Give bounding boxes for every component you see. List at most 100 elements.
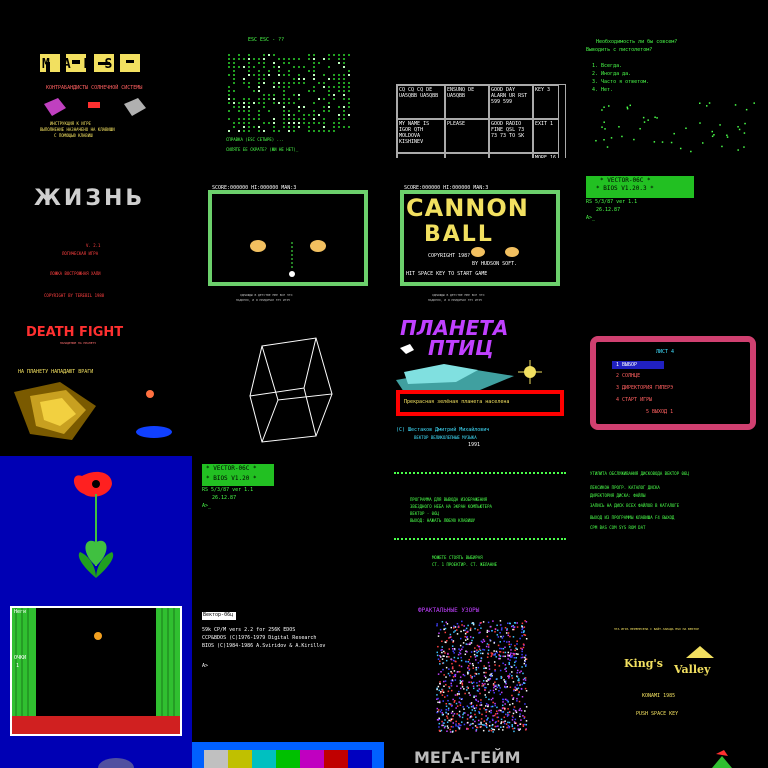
fractal-dot <box>453 713 456 715</box>
fractal-dot <box>522 672 524 675</box>
matrix-glyph <box>333 54 335 56</box>
fractal-dot <box>519 637 521 640</box>
matrix-glyph <box>343 114 345 116</box>
tile-garden-game[interactable]: Неги ОЧКИ 1 <box>0 600 192 742</box>
menu-item-4[interactable]: 4 СТАРТ ИГРЫ <box>616 398 652 403</box>
cannon-footer2: НАДОЕЛО, И Я ПРИДУМАЛ ЭТУ ИГРУ <box>428 298 483 302</box>
matrix-glyph <box>318 82 320 84</box>
matrix-glyph <box>348 126 350 128</box>
matrix-glyph <box>228 130 230 132</box>
fractal-dot <box>521 683 523 686</box>
fractal-dot <box>465 660 468 663</box>
matrix-glyph <box>248 86 250 88</box>
quiz-star <box>743 146 745 148</box>
tile-row6-dark[interactable] <box>576 742 768 768</box>
tile-bios[interactable]: * VECTOR-06C * * BIOS V1.20 * RS 5/3/87 … <box>192 456 384 600</box>
cpm-line1: 59k CP/M vers 2.2 for 256K EDOS <box>202 627 296 633</box>
fractal-dot <box>525 690 528 692</box>
tile-cpm[interactable]: Вектор-06ц 59k CP/M vers 2.2 for 256K ED… <box>192 600 384 742</box>
fractal-dot <box>458 693 461 695</box>
tile-row6-colorbars[interactable] <box>192 742 384 768</box>
matrix-glyph <box>303 78 305 80</box>
matrix-glyph <box>258 98 260 100</box>
fractal-dot <box>511 674 513 677</box>
menu-item-2[interactable]: 2 СОЛНЦЕ <box>616 374 640 379</box>
tile-menu[interactable]: ЛИСТ 4 1 ВЫБОР 2 СОЛНЦЕ 3 ДИРЕКТОРИЯ ГИП… <box>576 310 768 450</box>
matrix-glyph <box>323 122 325 124</box>
fractal-dot <box>488 729 491 731</box>
matrix-glyph <box>233 74 235 76</box>
matrix-glyph <box>293 78 295 80</box>
fractal-dot <box>450 682 452 685</box>
tile-row6-blue[interactable] <box>0 742 192 768</box>
matrix-glyph <box>333 74 335 76</box>
tile-death-fight[interactable]: DEATH FIGHT НАПАДЕНИЕ НА ПЛАНЕТУ НА ПЛАН… <box>0 310 192 450</box>
kings-push[interactable]: PUSH SPACE KEY <box>636 712 678 717</box>
fractal-dot <box>440 709 443 711</box>
fractal-dot <box>476 685 478 687</box>
tile-disk-utility[interactable]: УТИЛИТА ОБСЛУЖИВАНИЯ ДИСКОВОДА ВЕКТОР 06… <box>576 456 768 600</box>
matrix-glyph <box>323 110 325 112</box>
fractal-dot <box>512 628 514 631</box>
tile-matrix[interactable]: ESC ESC - ?? СПРАВКА (ESC СЕТЫРЕ) ... СИ… <box>192 10 384 158</box>
fractal-dot <box>493 654 495 656</box>
quiz-starfield <box>595 102 755 153</box>
vector-prompt[interactable]: A>_ <box>586 216 595 221</box>
quiz-star <box>690 150 692 153</box>
matrix-glyph <box>343 62 345 64</box>
tile-poppy[interactable] <box>0 456 192 600</box>
tile-kings-valley[interactable]: ЭТА ИГРА ПЕРЕНЕСЕНА С ВАЙТ-ЗАПАДА MSX НА… <box>576 600 768 742</box>
matrix-glyph <box>273 82 275 84</box>
tile-quiz[interactable]: Необходимость ли бы совсем? Выводить с п… <box>576 10 768 158</box>
fractal-dot <box>485 722 487 725</box>
tile-qso[interactable]: CQ CQ CQ DE UA5QBB UA5QBB ENSUNQ DE UA5QB… <box>384 10 576 158</box>
fractal-dot <box>489 626 492 628</box>
fractal-dot <box>480 704 483 706</box>
tile-planet-birds[interactable]: ПЛАНЕТА ПТИЦ Прекрасная зелёная планета … <box>384 310 576 450</box>
tile-vector-boot[interactable]: * VECTOR-06C * * BIOS V1.20.3 * RS 5/3/8… <box>576 158 768 308</box>
matrix-glyph <box>253 102 255 104</box>
tile-starsky[interactable]: ПРОГРАММА ДЛЯ ВЫВОДА ИЗОБРАЖЕНИЯ ЗВЕЗДНО… <box>384 456 576 600</box>
cannon-start[interactable]: HIT SPACE KEY TO START GAME <box>406 272 487 277</box>
tile-fractal[interactable]: ФРАКТАЛЬНЫЕ УЗОРЫ <box>384 600 576 742</box>
tile-shooter[interactable]: SCORE:000000 HI:000000 MAN:3 ОДНАЖДЫ В Д… <box>192 158 384 308</box>
fractal-dot <box>507 711 509 714</box>
fractal-dot <box>504 626 507 629</box>
tile-cube[interactable] <box>192 310 384 450</box>
fractal-dot <box>497 636 500 638</box>
fractal-dot <box>514 661 516 664</box>
fractal-dot <box>519 728 521 730</box>
fractal-dot <box>517 679 519 682</box>
menu-item-3[interactable]: 3 ДИРЕКТОРИЯ ГИПЕРЭ <box>616 386 673 391</box>
fractal-dot <box>444 631 447 634</box>
bios-prompt[interactable]: A>_ <box>202 504 211 509</box>
fractal-dot <box>478 624 481 626</box>
matrix-glyph <box>288 130 290 132</box>
fractal-dot <box>441 724 443 727</box>
fractal-dot <box>467 665 470 667</box>
matrix-glyph <box>283 106 285 108</box>
matrix-glyph <box>238 102 240 104</box>
matrix-glyph <box>283 102 285 104</box>
matrix-glyph <box>338 90 340 92</box>
fractal-dot <box>475 650 477 653</box>
tile-life[interactable]: ЖИЗНЬ V. 2.1 ЛОГИЧЕСКАЯ ИГРА ЛОЖКА ВОСТР… <box>0 158 192 308</box>
fractal-dot <box>516 684 518 686</box>
planet-credit2: ВЕКТОР ВЕЛИКОЛЕПНЫЕ МУЗЫКА <box>414 435 477 440</box>
cpm-prompt[interactable]: A> <box>202 664 208 669</box>
fractal-dot <box>520 647 522 650</box>
tile-mars[interactable]: MARS КОНТРАБАНДИСТЫ СОЛНЕЧНОЙ СИСТЕМЫ ИН… <box>0 10 192 158</box>
fractal-dot <box>457 657 459 659</box>
tile-cannonball[interactable]: SCORE:000000 HI:000000 MAN:3 CANNON BALL… <box>384 158 576 308</box>
fractal-dot <box>467 661 470 663</box>
fractal-dot <box>477 666 480 669</box>
menu-item-1[interactable]: 1 ВЫБОР <box>616 363 637 368</box>
fractal-dot <box>492 620 494 622</box>
planet-box-text: Прекрасная зелёная планета населена <box>404 399 510 405</box>
matrix-glyph <box>273 126 275 128</box>
menu-item-5[interactable]: 5 ВЫХОД 1 <box>646 410 673 415</box>
fractal-dot <box>509 686 512 688</box>
fractal-dot <box>495 721 497 723</box>
bios-line3: RS 5/3/87 ver 1.1 <box>202 487 254 493</box>
tile-row6-mega[interactable]: МЕГА-ГЕЙМ <box>384 742 576 768</box>
